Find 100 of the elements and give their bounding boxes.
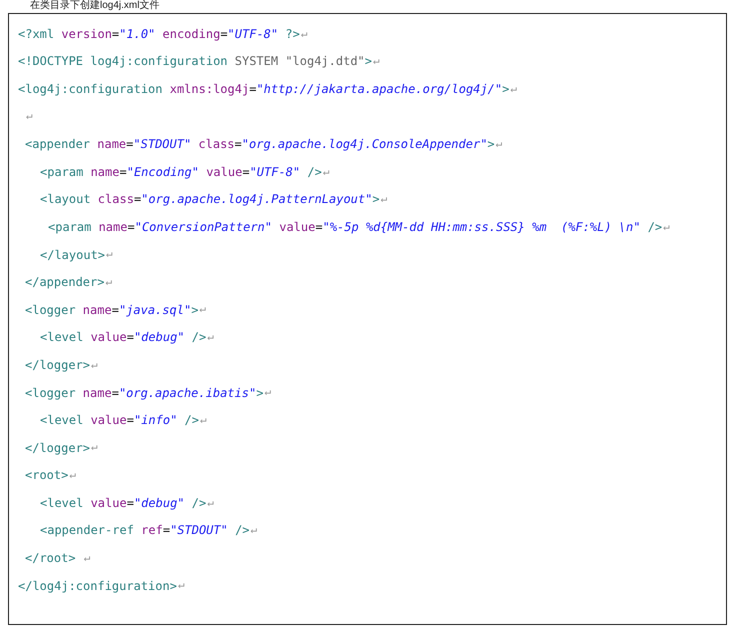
code-token: = — [315, 218, 323, 236]
code-token: = — [112, 384, 119, 402]
code-token: <level — [40, 329, 84, 346]
code-token: > — [256, 384, 264, 402]
code-token: "UTF-8" — [250, 164, 300, 181]
code-token: = — [126, 329, 134, 346]
code-token: /> — [190, 494, 206, 512]
code-token: value — [90, 494, 127, 512]
code-token: > — [502, 80, 510, 98]
code-token: <layout — [40, 191, 91, 208]
paragraph-mark: ↵ — [69, 467, 76, 484]
code-token: > — [364, 53, 372, 70]
code-token: SYSTEM "log4j.dtd" — [234, 53, 365, 70]
code-token: "%-5p %d{MM-dd HH:mm:ss.SSS} %m (%F:%L) \n" — [322, 218, 640, 236]
code-token: encoding — [162, 26, 220, 43]
code-token: = — [234, 136, 242, 154]
paragraph-mark: ↵ — [105, 274, 112, 290]
code-token: </appender> — [25, 274, 104, 292]
paragraph-mark: ↵ — [199, 301, 206, 318]
code-token: = — [134, 191, 142, 208]
code-token: name — [90, 164, 120, 181]
code-token: "java.sql" — [118, 302, 192, 319]
code-token: </root> — [25, 550, 77, 568]
code-token: = — [162, 522, 170, 540]
paragraph-mark: ↵ — [91, 439, 98, 456]
code-token: class — [197, 136, 235, 154]
code-token: "debug" — [134, 494, 185, 512]
code-token: <root> — [25, 467, 68, 484]
code-token: "STDOUT" — [170, 522, 228, 540]
code-token: "debug" — [134, 329, 185, 346]
paragraph-mark: ↵ — [200, 412, 207, 428]
code-token: ref — [140, 522, 163, 540]
code-token: <level — [40, 494, 84, 512]
code-token: = — [126, 494, 134, 512]
code-token: = — [242, 164, 250, 181]
code-token: <appender-ref — [40, 522, 134, 540]
code-token: = — [249, 80, 256, 98]
paragraph-mark: ↵ — [106, 246, 113, 262]
code-token: ?> — [284, 26, 300, 43]
code-token: </logger> — [25, 440, 90, 457]
code-token: /> — [646, 218, 662, 236]
paragraph-mark: ↵ — [264, 384, 272, 400]
code-token: value — [90, 412, 127, 430]
code-token: <appender — [25, 136, 90, 154]
code-token: = — [127, 218, 135, 236]
code-token: value — [90, 329, 127, 346]
paragraph-mark: ↵ — [178, 577, 185, 594]
code-token: </layout> — [40, 246, 106, 264]
code-token: class — [96, 191, 134, 208]
code-token: <level — [40, 412, 84, 430]
code-token: = — [112, 302, 119, 319]
code-token: > — [191, 302, 198, 319]
code-token: <logger — [25, 384, 76, 402]
paragraph-mark: ↵ — [207, 494, 214, 511]
paragraph-mark: ↵ — [663, 218, 670, 235]
code-token: <log4j:configuration — [18, 80, 162, 98]
code-token: name — [82, 302, 112, 319]
paragraph-mark: ↵ — [510, 80, 517, 97]
code-token: > — [487, 136, 495, 154]
code-token: = — [220, 26, 228, 43]
code-token: version — [60, 26, 112, 43]
code-token: xmlns:log4j — [168, 80, 250, 98]
code-token: <logger — [25, 302, 76, 319]
paragraph-mark: ↵ — [250, 522, 258, 538]
code-token: /> — [184, 412, 199, 430]
code-token: "STDOUT" — [133, 136, 192, 154]
code-token: "UTF-8" — [228, 26, 278, 43]
code-token: > — [372, 191, 380, 208]
code-token: "1.0" — [119, 26, 156, 43]
code-token: = — [119, 164, 127, 181]
code-token: <param — [48, 218, 92, 236]
paragraph-mark: ↵ — [26, 108, 33, 124]
code-token: = — [126, 136, 134, 154]
code-token: "org.apache.log4j.PatternLayout" — [141, 191, 372, 208]
code-token: name — [82, 384, 112, 402]
code-token: <!DOCTYPE log4j:configuration — [18, 53, 228, 70]
paragraph-mark: ↵ — [300, 26, 308, 42]
code-token: "Encoding" — [126, 164, 199, 181]
code-token: name — [98, 218, 128, 236]
code-token: <?xml — [18, 26, 54, 43]
code-token: = — [112, 26, 120, 43]
code-token: <param — [40, 164, 84, 181]
code-token: "org.apache.ibatis" — [118, 384, 256, 402]
code-token: "ConversionPattern" — [134, 218, 272, 236]
code-token: /> — [306, 164, 322, 181]
code-token: </log4j:configuration> — [18, 578, 177, 595]
code-token: /> — [234, 522, 250, 540]
code-token: "http://jakarta.apache.org/log4j/" — [256, 80, 502, 98]
paragraph-mark: ↵ — [91, 356, 98, 373]
code-token: value — [278, 218, 316, 236]
paragraph-mark: ↵ — [207, 329, 214, 346]
code-token: "org.apache.log4j.ConsoleAppender" — [242, 136, 488, 154]
paragraph-mark: ↵ — [84, 550, 90, 566]
code-token: /> — [190, 329, 206, 346]
code-token: </logger> — [25, 356, 90, 374]
paragraph-mark: ↵ — [380, 191, 388, 208]
paragraph-mark: ↵ — [373, 53, 380, 70]
code-token: name — [96, 136, 126, 154]
code-token: value — [205, 164, 242, 181]
code-token: = — [126, 412, 134, 430]
